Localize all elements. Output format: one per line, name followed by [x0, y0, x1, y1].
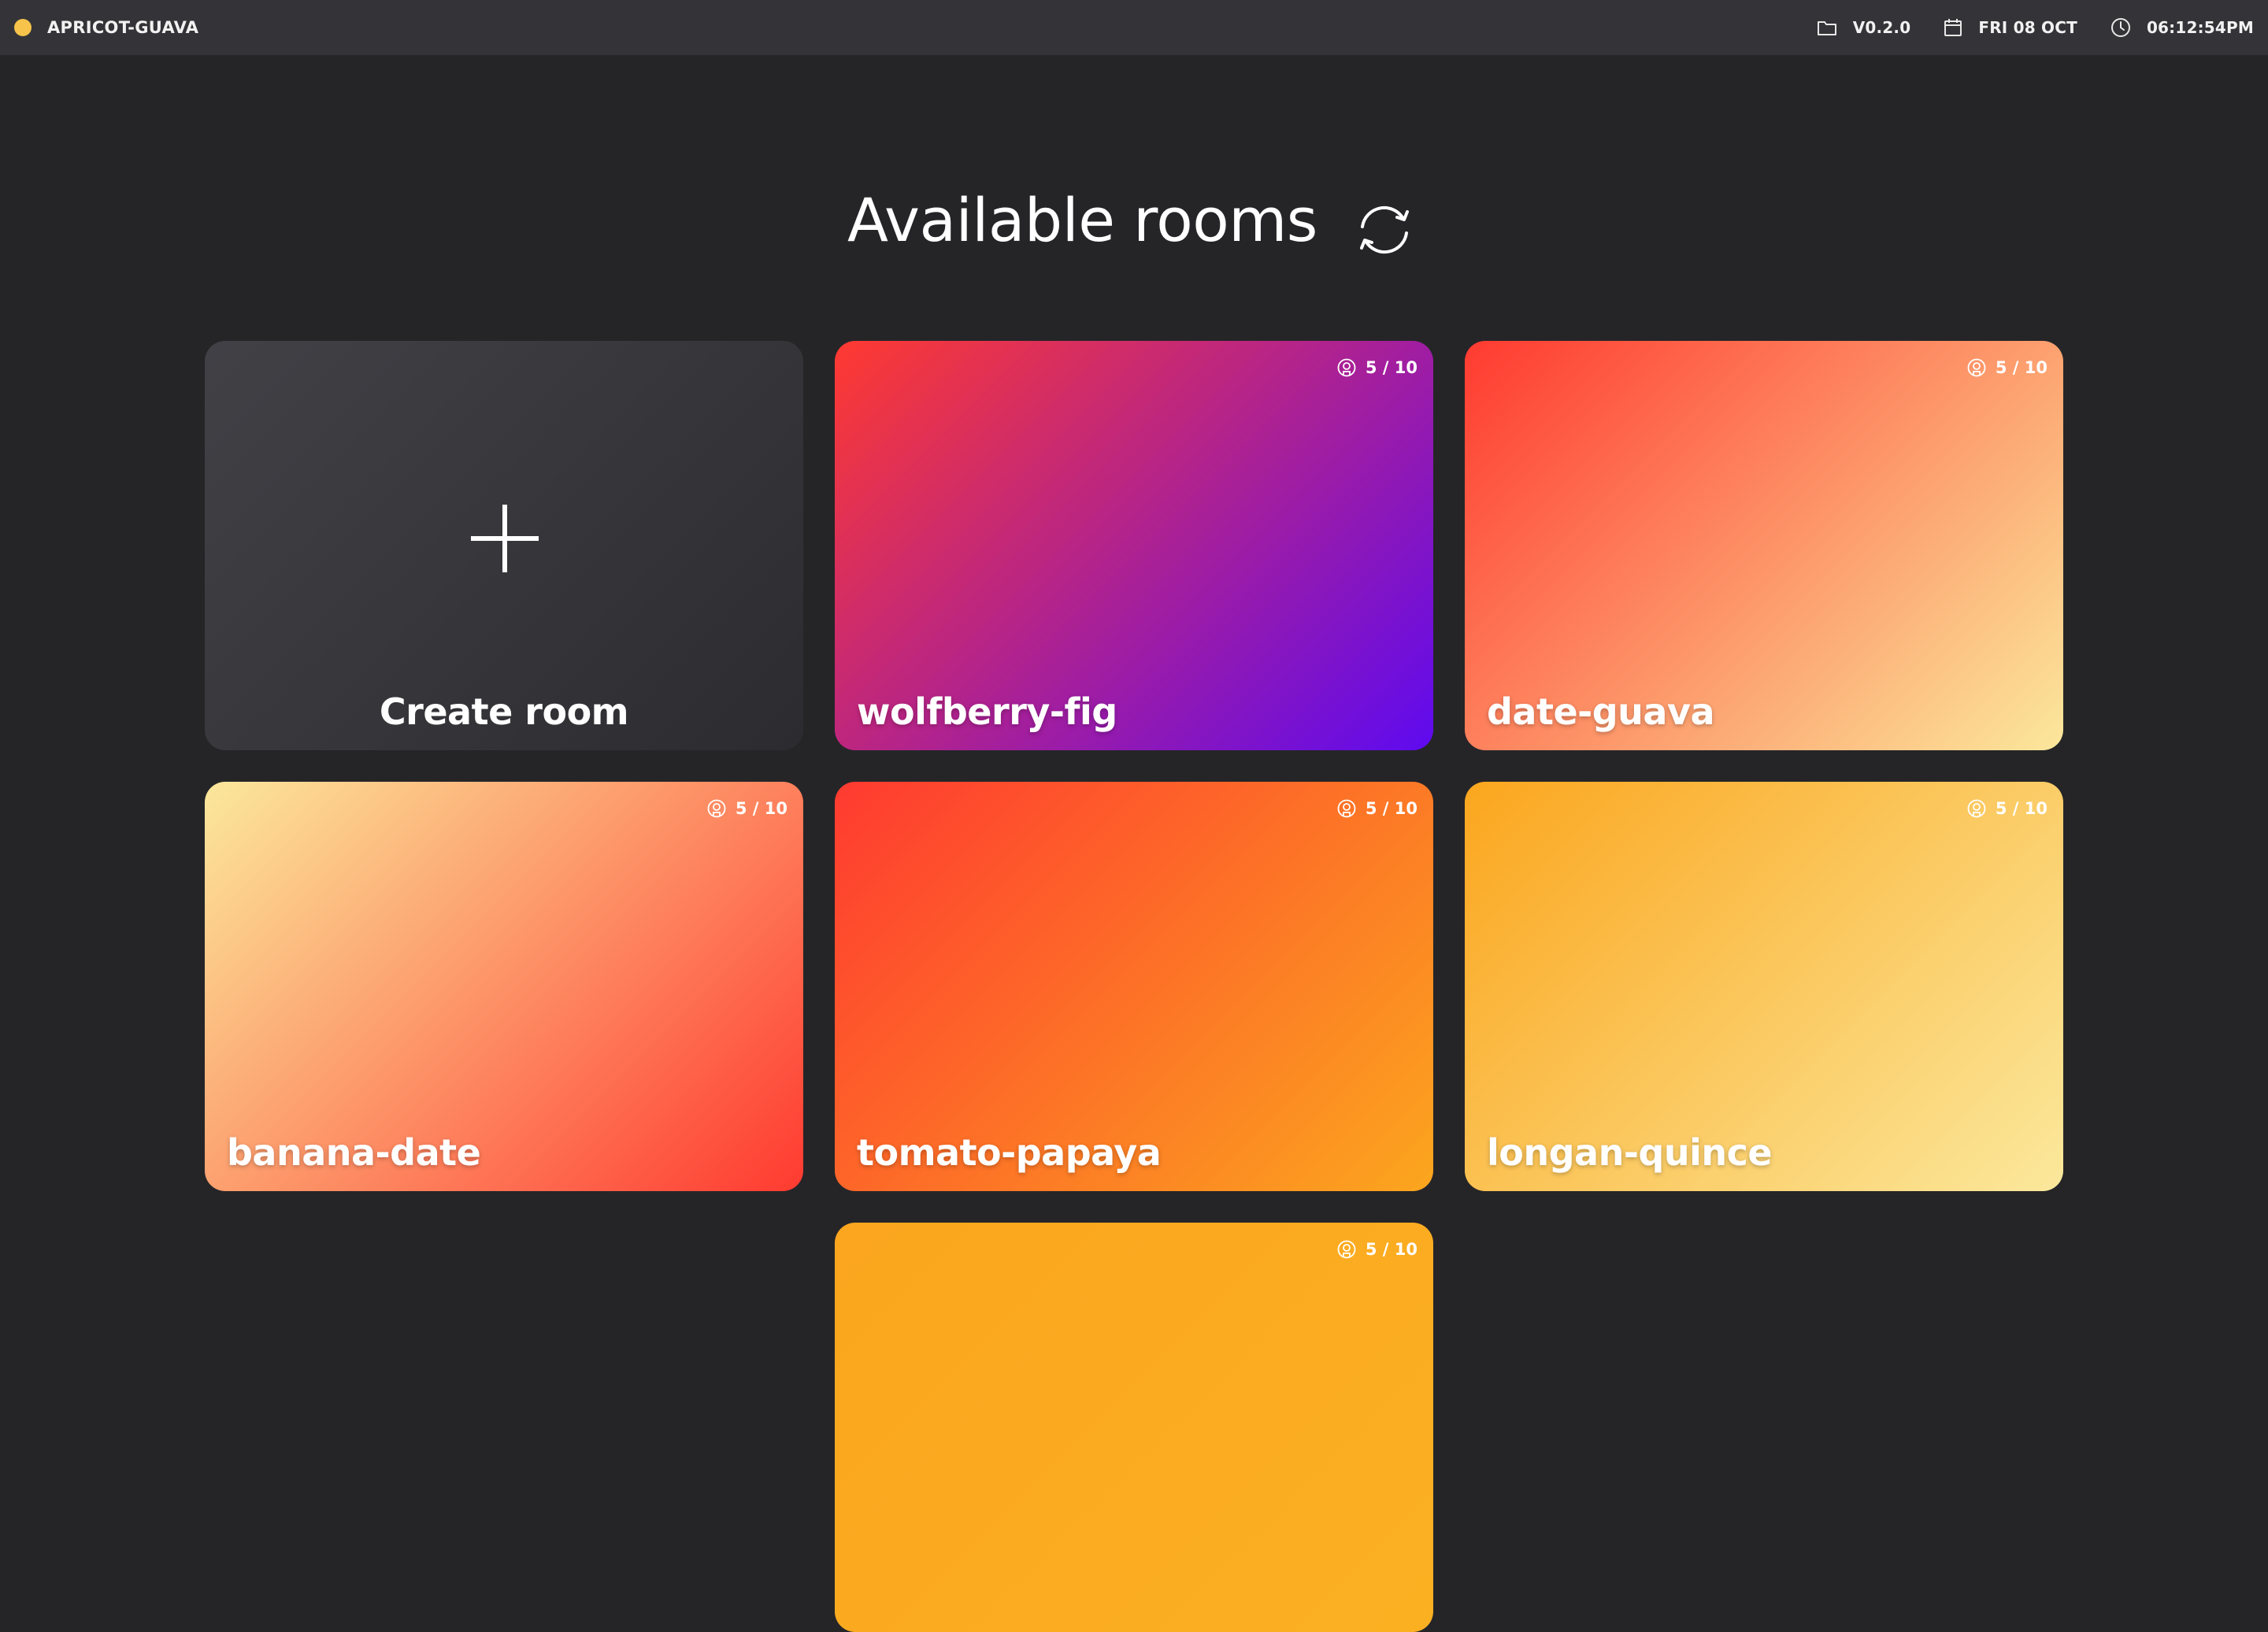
occupancy-text: 5 / 10: [1995, 358, 2048, 377]
room-name: longan-quince: [1487, 1131, 1773, 1174]
occupancy-badge: 5 / 10: [1967, 799, 2048, 818]
calendar-icon: [1944, 19, 1962, 36]
occupancy-badge: 5 / 10: [1337, 358, 1418, 377]
page-title: Available rooms: [847, 185, 1317, 255]
occupancy-text: 5 / 10: [1365, 799, 1418, 818]
occupancy-badge: 5 / 10: [1337, 799, 1418, 818]
occupancy-text: 5 / 10: [1365, 358, 1418, 377]
app-name: APRICOT-GUAVA: [47, 18, 199, 37]
top-bar: APRICOT-GUAVA V0.2.0 FRI 08 OCT 06:12:54…: [0, 0, 2268, 55]
room-card-date-guava[interactable]: 5 / 10 date-guava: [1465, 341, 2063, 750]
time-info: 06:12:54PM: [2110, 17, 2254, 38]
refresh-icon: [1360, 205, 1409, 254]
room-card-partial[interactable]: 5 / 10: [835, 1223, 1433, 1632]
plus-icon: [471, 505, 539, 572]
room-name: wolfberry-fig: [857, 690, 1117, 733]
folder-icon: [1817, 21, 1836, 35]
create-room-card[interactable]: Create room: [205, 341, 803, 750]
clock-icon: [2110, 18, 2130, 37]
version-text: V0.2.0: [1852, 18, 1911, 37]
user-icon: [1967, 358, 1986, 377]
user-icon: [707, 799, 726, 818]
room-card-longan-quince[interactable]: 5 / 10 longan-quince: [1465, 782, 2063, 1191]
user-icon: [1337, 799, 1356, 818]
occupancy-text: 5 / 10: [1995, 799, 2048, 818]
occupancy-badge: 5 / 10: [1967, 358, 2048, 377]
user-icon: [1337, 1240, 1356, 1259]
create-room-label: Create room: [379, 690, 629, 733]
room-name: tomato-papaya: [857, 1131, 1162, 1174]
user-icon: [1967, 799, 1986, 818]
occupancy-text: 5 / 10: [735, 799, 788, 818]
room-card-banana-date[interactable]: 5 / 10 banana-date: [205, 782, 803, 1191]
room-card-tomato-papaya[interactable]: 5 / 10 tomato-papaya: [835, 782, 1433, 1191]
version-info: V0.2.0: [1817, 18, 1911, 37]
topbar-meta: V0.2.0 FRI 08 OCT 06:12:54PM: [1784, 17, 2254, 38]
room-name: date-guava: [1487, 690, 1715, 733]
date-info: FRI 08 OCT: [1944, 18, 2077, 37]
room-name: banana-date: [227, 1131, 481, 1174]
room-card-wolfberry-fig[interactable]: 5 / 10 wolfberry-fig: [835, 341, 1433, 750]
occupancy-text: 5 / 10: [1365, 1240, 1418, 1259]
refresh-button[interactable]: [1351, 200, 1418, 260]
status-dot: [14, 19, 32, 36]
occupancy-badge: 5 / 10: [707, 799, 788, 818]
user-icon: [1337, 358, 1356, 377]
date-text: FRI 08 OCT: [1978, 18, 2077, 37]
time-text: 06:12:54PM: [2146, 18, 2254, 37]
occupancy-badge: 5 / 10: [1337, 1240, 1418, 1259]
